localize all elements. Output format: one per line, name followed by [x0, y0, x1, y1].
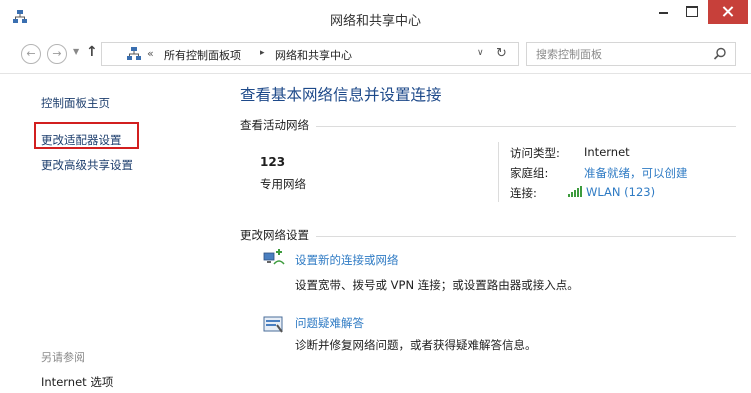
breadcrumb-network-sharing-center[interactable]: 网络和共享中心: [275, 47, 352, 63]
sidebar-link-change-adapter-settings[interactable]: 更改适配器设置: [41, 132, 122, 148]
search-input[interactable]: [528, 44, 708, 64]
sidebar-link-change-advanced-sharing[interactable]: 更改高级共享设置: [41, 157, 133, 173]
control-panel-icon: [127, 47, 141, 60]
page-title: 查看基本网络信息并设置连接: [240, 86, 442, 104]
up-arrow-icon: ↑: [86, 44, 98, 60]
recent-locations-dropdown[interactable]: ▼: [73, 47, 79, 56]
section-divider: [316, 126, 736, 127]
troubleshoot-icon: [263, 316, 283, 333]
forward-arrow-icon: →: [52, 47, 62, 60]
close-button[interactable]: [708, 0, 748, 24]
address-history-dropdown[interactable]: ∨: [477, 48, 484, 58]
breadcrumb-separator-icon[interactable]: ▸: [260, 48, 265, 58]
see-also-heading: 另请参阅: [41, 351, 85, 364]
sidebar-link-control-panel-home[interactable]: 控制面板主页: [41, 95, 110, 111]
back-button[interactable]: ←: [21, 44, 41, 64]
wifi-signal-icon: [568, 186, 582, 197]
homegroup-label: 家庭组:: [510, 166, 549, 180]
setup-new-connection-description: 设置宽带、拨号或 VPN 连接；或设置路由器或接入点。: [295, 278, 579, 292]
minimize-button[interactable]: [650, 0, 678, 24]
network-name: 123: [260, 155, 286, 169]
refresh-icon[interactable]: ↻: [496, 46, 507, 61]
network-setup-icon: [263, 249, 285, 265]
magnifier-icon[interactable]: [713, 47, 727, 61]
breadcrumb-overflow-chevron[interactable]: «: [147, 47, 154, 60]
maximize-button[interactable]: [678, 0, 706, 24]
troubleshoot-problems-description: 诊断并修复网络问题，或者获得疑难解答信息。: [295, 338, 537, 352]
troubleshoot-problems-link[interactable]: 问题疑难解答: [295, 315, 364, 331]
section-divider: [316, 236, 736, 237]
window-title: 网络和共享中心: [329, 14, 421, 29]
access-type-label: 访问类型:: [510, 146, 560, 160]
forward-button[interactable]: →: [47, 44, 67, 64]
connection-link[interactable]: WLAN (123): [586, 185, 655, 199]
address-field[interactable]: « 所有控制面板项 ▸ 网络和共享中心 ∨ ↻: [101, 42, 519, 66]
sidebar-link-internet-options[interactable]: Internet 选项: [41, 374, 113, 390]
search-box[interactable]: [526, 42, 736, 66]
title-bar: 网络和共享中心: [0, 0, 751, 34]
breadcrumb-all-control-panel-items[interactable]: 所有控制面板项: [164, 47, 241, 63]
left-pane: 控制面板主页 更改适配器设置 更改高级共享设置 另请参阅 Internet 选项: [0, 75, 228, 393]
back-arrow-icon: ←: [26, 47, 36, 60]
vertical-divider: [498, 142, 499, 202]
active-networks-heading: 查看活动网络: [240, 118, 309, 132]
setup-new-connection-link[interactable]: 设置新的连接或网络: [295, 252, 399, 268]
main-pane: 查看基本网络信息并设置连接 查看活动网络 123 专用网络 访问类型: Inte…: [228, 75, 751, 393]
access-type-value: Internet: [584, 145, 630, 159]
network-category: 专用网络: [260, 177, 306, 191]
up-button[interactable]: ↑: [86, 44, 98, 60]
address-bar: ← → ▼ ↑ « 所有控制面板项 ▸ 网络和共享中心 ∨ ↻: [0, 34, 751, 74]
connection-label: 连接:: [510, 186, 537, 200]
change-network-settings-heading: 更改网络设置: [240, 228, 309, 242]
homegroup-link[interactable]: 准备就绪，可以创建: [584, 165, 688, 181]
